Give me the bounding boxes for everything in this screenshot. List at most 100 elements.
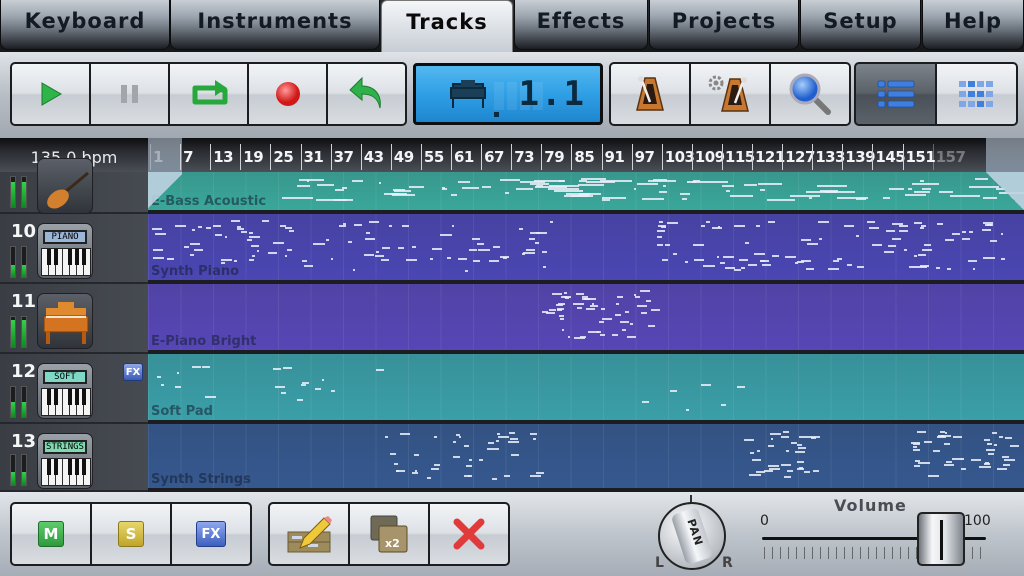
mute-button[interactable]: M <box>12 504 90 564</box>
tab-keyboard[interactable]: Keyboard <box>0 0 170 50</box>
bar-marker[interactable]: 73 <box>511 144 535 170</box>
midi-note <box>744 183 757 186</box>
bar-marker[interactable]: 61 <box>451 144 474 170</box>
play-button[interactable] <box>12 64 89 124</box>
tool-buttons <box>609 62 851 126</box>
delete-track-button[interactable] <box>430 504 508 564</box>
upright-piano-icon[interactable] <box>37 293 93 349</box>
loop-icon <box>192 80 227 105</box>
bar-marker[interactable]: 121 <box>752 144 785 170</box>
pan-knob[interactable]: PAN <box>658 502 726 570</box>
bar-ticks[interactable]: 1 7 13 19 25 31 37 43 49 55 61 67 73 79 85 91 97 103 109 11… <box>148 138 1024 172</box>
bar-marker[interactable]: 103 <box>661 144 695 170</box>
bar-marker[interactable]: 145 <box>872 144 906 170</box>
solo-button[interactable]: S <box>92 504 170 564</box>
track-row[interactable]: 12 SOFT FX Soft Pad <box>0 354 1024 424</box>
loop-button[interactable] <box>170 64 247 124</box>
midi-note <box>530 475 541 478</box>
metronome-button[interactable] <box>611 64 689 124</box>
list-view-button[interactable] <box>856 64 935 124</box>
midi-note <box>542 265 546 268</box>
bar-marker[interactable]: 79 <box>541 144 565 170</box>
grid-view-button[interactable] <box>937 64 1016 124</box>
duplicate-button[interactable]: x2 <box>350 504 428 564</box>
bar-marker[interactable]: 109 <box>691 144 725 170</box>
bar-marker[interactable]: 139 <box>842 144 876 170</box>
track-lane[interactable]: Synth Piano <box>148 214 1024 284</box>
bar-marker[interactable]: 43 <box>360 144 384 170</box>
midi-note <box>960 468 967 471</box>
undo-button[interactable] <box>328 64 405 124</box>
bar-marker[interactable]: 67 <box>481 144 504 170</box>
tab-setup[interactable]: Setup <box>800 0 921 50</box>
level-meter <box>10 176 16 208</box>
tab-tracks[interactable]: Tracks <box>381 0 513 52</box>
bar-marker[interactable]: 127 <box>782 144 815 170</box>
midi-note <box>912 449 921 452</box>
keyboard-icon[interactable]: SOFT <box>37 363 93 419</box>
bar-marker[interactable]: 13 <box>210 144 234 170</box>
bar-marker[interactable]: 115 <box>721 144 755 170</box>
track-row[interactable]: 10 PIANO Synth Piano <box>0 214 1024 284</box>
midi-note <box>455 434 460 437</box>
tab-effects[interactable]: Effects <box>514 0 648 50</box>
midi-note <box>469 459 472 462</box>
track-row[interactable]: E-Bass Acoustic <box>0 158 1024 214</box>
midi-note <box>729 195 753 198</box>
track-header[interactable]: 12 SOFT FX <box>0 354 148 424</box>
metronome-settings-button[interactable] <box>691 64 769 124</box>
bar-marker[interactable]: 19 <box>240 144 264 170</box>
midi-note <box>599 320 604 323</box>
bass-guitar-icon[interactable] <box>37 158 93 214</box>
bar-marker[interactable]: 97 <box>631 144 655 170</box>
tab-help[interactable]: Help <box>922 0 1024 50</box>
midi-note <box>577 307 583 310</box>
bar-marker[interactable]: 1 <box>150 144 163 170</box>
midi-note <box>734 269 742 272</box>
bar-marker[interactable]: 85 <box>571 144 595 170</box>
timeline-ruler[interactable]: 135.0 bpm 1 7 13 19 25 31 37 43 49 55 61 67 73 79 85 91… <box>0 138 1024 172</box>
record-button[interactable] <box>249 64 326 124</box>
track-header[interactable]: 11 <box>0 284 148 354</box>
bar-marker[interactable]: 37 <box>330 144 354 170</box>
track-row[interactable]: 11 E-Piano Bright <box>0 284 1024 354</box>
midi-note <box>795 450 805 453</box>
zoom-button[interactable] <box>771 64 849 124</box>
bar-marker[interactable]: 151 <box>902 144 936 170</box>
track-fx-button[interactable]: FX <box>172 504 250 564</box>
midi-note <box>542 310 548 313</box>
bar-marker[interactable]: 157 <box>932 144 966 170</box>
midi-note <box>160 384 165 387</box>
midi-note <box>213 224 221 227</box>
tab-projects[interactable]: Projects <box>649 0 799 50</box>
midi-note <box>661 226 667 229</box>
edit-track-button[interactable] <box>270 504 348 564</box>
keyboard-icon[interactable]: PIANO <box>37 223 93 279</box>
bar-marker[interactable]: 49 <box>390 144 414 170</box>
bar-marker[interactable]: 31 <box>300 144 324 170</box>
track-header[interactable] <box>0 158 148 214</box>
track-header[interactable]: 13 STRINGS <box>0 424 148 492</box>
track-lane[interactable]: E-Piano Bright <box>148 284 1024 354</box>
bar-marker[interactable]: 25 <box>270 144 294 170</box>
bar-marker[interactable]: 91 <box>601 144 625 170</box>
bar-marker[interactable]: 7 <box>180 144 194 170</box>
midi-note <box>508 432 516 435</box>
midi-note <box>913 190 930 193</box>
track-lane[interactable]: Soft Pad <box>148 354 1024 424</box>
midi-note <box>482 185 492 188</box>
track-header[interactable]: 10 PIANO <box>0 214 148 284</box>
bar-marker[interactable]: 55 <box>420 144 444 170</box>
position-display[interactable]: 1.1 <box>413 63 603 125</box>
track-row[interactable]: 13 STRINGS Synth Strings <box>0 424 1024 492</box>
magnifier-icon <box>789 73 831 115</box>
pause-button[interactable] <box>91 64 168 124</box>
track-lane[interactable]: Synth Strings <box>148 424 1024 492</box>
loop-end-marker[interactable] <box>986 138 1024 172</box>
keyboard-icon[interactable]: STRINGS <box>37 433 93 489</box>
volume-slider-thumb[interactable] <box>917 512 966 566</box>
track-lane[interactable]: E-Bass Acoustic <box>148 172 1024 214</box>
bar-marker[interactable]: 133 <box>812 144 845 170</box>
track-fx-badge[interactable]: FX <box>123 363 143 381</box>
tab-instruments[interactable]: Instruments <box>170 0 380 50</box>
